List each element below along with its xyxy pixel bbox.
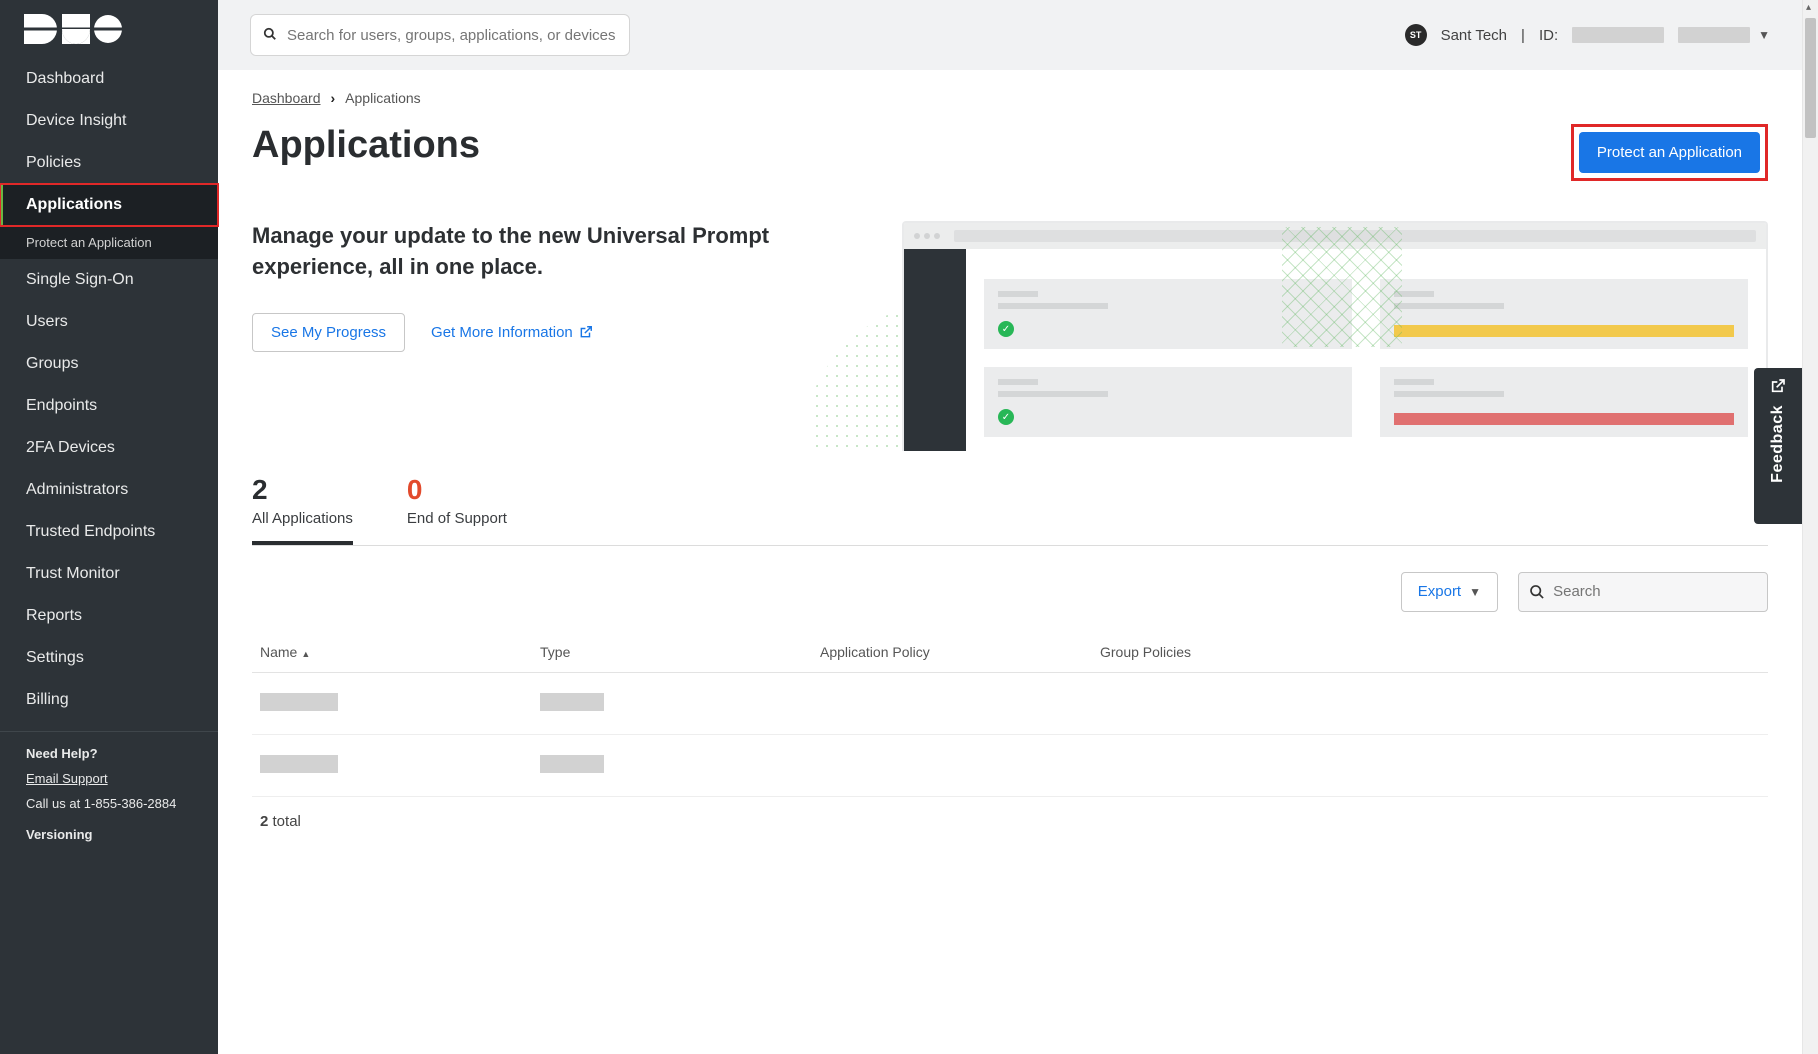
feedback-tab[interactable]: Feedback [1754, 368, 1802, 524]
versioning-label: Versioning [26, 827, 192, 842]
sidebar-item-device-insight[interactable]: Device Insight [0, 100, 218, 142]
help-title: Need Help? [26, 746, 192, 761]
scrollbar-thumb[interactable] [1805, 18, 1816, 138]
account-id-redacted [1572, 27, 1664, 43]
col-application-policy[interactable]: Application Policy [812, 632, 1092, 673]
scrollbar[interactable]: ▴ [1802, 0, 1818, 1054]
table-row[interactable] [252, 672, 1768, 734]
breadcrumb: Dashboard › Applications [252, 90, 1768, 106]
chevron-down-icon: ▼ [1758, 28, 1770, 42]
page-title: Applications [252, 124, 480, 167]
sidebar-item-dashboard[interactable]: Dashboard [0, 58, 218, 100]
help-phone: Call us at 1-855-386-2884 [26, 796, 192, 811]
breadcrumb-root[interactable]: Dashboard [252, 90, 321, 106]
cell-name-redacted [260, 755, 338, 773]
table-search-input[interactable] [1553, 583, 1757, 600]
content: Dashboard › Applications Applications Pr… [218, 70, 1802, 886]
feedback-label: Feedback [1769, 405, 1787, 483]
tab-all-applications[interactable]: 2 All Applications [252, 475, 353, 545]
export-label: Export [1418, 583, 1461, 600]
table-total: 2 total [252, 797, 1768, 846]
account-dropdown[interactable]: ▼ [1678, 27, 1770, 43]
tab-end-of-support[interactable]: 0 End of Support [407, 475, 507, 545]
sidebar-separator [0, 731, 218, 732]
cell-type-redacted [540, 693, 604, 711]
topbar: ST Sant Tech | ID: ▼ [218, 0, 1802, 70]
protect-application-button[interactable]: Protect an Application [1579, 132, 1760, 173]
table-search[interactable] [1518, 572, 1768, 612]
tab-all-count: 2 [252, 475, 353, 506]
applications-table: Name▲ Type Application Policy Group Poli… [252, 632, 1768, 797]
sidebar-item-settings[interactable]: Settings [0, 637, 218, 679]
breadcrumb-current: Applications [345, 90, 421, 106]
sidebar-item-groups[interactable]: Groups [0, 343, 218, 385]
global-search[interactable] [250, 14, 630, 56]
sidebar: Dashboard Device Insight Policies Applic… [0, 0, 218, 1054]
external-link-icon [1770, 378, 1786, 399]
email-support-link[interactable]: Email Support [26, 771, 192, 786]
sidebar-subitem-protect-application[interactable]: Protect an Application [0, 226, 218, 259]
chevron-down-icon: ▼ [1469, 585, 1481, 599]
export-button[interactable]: Export ▼ [1401, 572, 1498, 612]
sidebar-item-trust-monitor[interactable]: Trust Monitor [0, 553, 218, 595]
global-search-input[interactable] [287, 27, 617, 44]
col-type[interactable]: Type [532, 632, 812, 673]
avatar[interactable]: ST [1405, 24, 1427, 46]
breadcrumb-separator-icon: › [331, 90, 336, 106]
get-more-info-label: Get More Information [431, 324, 573, 341]
scroll-up-icon: ▴ [1806, 2, 1811, 13]
topbar-right: ST Sant Tech | ID: ▼ [1405, 24, 1770, 46]
account-name: Sant Tech [1441, 27, 1507, 44]
sidebar-item-billing[interactable]: Billing [0, 679, 218, 721]
id-label: ID: [1539, 27, 1558, 44]
get-more-info-link[interactable]: Get More Information [431, 324, 593, 341]
sidebar-item-2fa-devices[interactable]: 2FA Devices [0, 427, 218, 469]
account-value-redacted [1678, 27, 1750, 43]
see-progress-button[interactable]: See My Progress [252, 313, 405, 352]
main: ST Sant Tech | ID: ▼ Dashboard › Applica… [218, 0, 1802, 1054]
protect-highlight: Protect an Application [1571, 124, 1768, 181]
divider: | [1521, 27, 1525, 44]
hero-copy: Manage your update to the new Universal … [252, 221, 772, 283]
search-icon [1529, 583, 1545, 601]
sidebar-item-reports[interactable]: Reports [0, 595, 218, 637]
tabs: 2 All Applications 0 End of Support [252, 475, 1768, 546]
duo-logo [0, 0, 218, 58]
hero-illustration: ✓ ✓ [812, 221, 1768, 451]
sort-asc-icon: ▲ [301, 649, 310, 659]
external-link-icon [579, 325, 593, 339]
tab-eos-count: 0 [407, 475, 507, 506]
cell-type-redacted [540, 755, 604, 773]
table-row[interactable] [252, 734, 1768, 796]
sidebar-item-endpoints[interactable]: Endpoints [0, 385, 218, 427]
sidebar-item-users[interactable]: Users [0, 301, 218, 343]
sidebar-item-single-sign-on[interactable]: Single Sign-On [0, 259, 218, 301]
table-toolbar: Export ▼ [252, 572, 1768, 612]
cell-name-redacted [260, 693, 338, 711]
sidebar-item-administrators[interactable]: Administrators [0, 469, 218, 511]
sidebar-item-trusted-endpoints[interactable]: Trusted Endpoints [0, 511, 218, 553]
sidebar-item-applications[interactable]: Applications [0, 184, 218, 226]
search-icon [263, 27, 277, 44]
sidebar-item-policies[interactable]: Policies [0, 142, 218, 184]
tab-all-label: All Applications [252, 510, 353, 527]
tab-eos-label: End of Support [407, 510, 507, 527]
col-name[interactable]: Name▲ [252, 632, 532, 673]
help-block: Need Help? Email Support Call us at 1-85… [0, 746, 218, 842]
col-group-policies[interactable]: Group Policies [1092, 632, 1768, 673]
hero-section: Manage your update to the new Universal … [252, 221, 1768, 451]
